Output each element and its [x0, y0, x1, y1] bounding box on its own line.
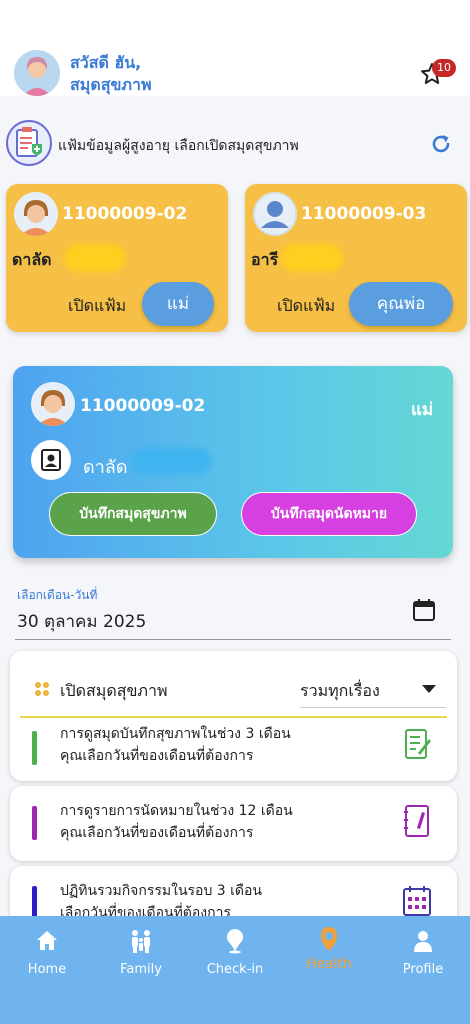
greeting-line2: สมุดสุขภาพ — [70, 75, 152, 94]
list-item[interactable]: การดูสมุดบันทึกสุขภาพในช่วง 3 เดือน คุณเ… — [60, 723, 291, 767]
health-shield-icon — [317, 926, 341, 952]
item-color-bar — [32, 806, 37, 840]
item-subtitle: คุณเลือกวันที่ของเดือนที่ต้องการ — [60, 748, 254, 764]
nav-health[interactable]: Health — [282, 916, 376, 986]
select-underline — [300, 707, 446, 708]
patient-card[interactable]: 11000009-02 ดาลัด เปิดแฟ้ม แม่ — [6, 184, 228, 332]
nav-home[interactable]: Home — [0, 916, 94, 986]
item-color-bar — [32, 886, 37, 920]
nav-profile[interactable]: Profile — [376, 916, 470, 986]
divider — [20, 716, 447, 718]
notebook-pen-icon[interactable] — [402, 727, 432, 761]
item-subtitle: คุณเลือกวันที่ของเดือนที่ต้องการ — [60, 825, 254, 841]
patient-name: อารี — [251, 250, 279, 269]
category-select[interactable]: รวมทุกเรื่อง — [300, 679, 380, 704]
selected-patient-id: 11000009-02 — [80, 396, 206, 416]
health-record-button[interactable]: บันทึกสมุดสุขภาพ — [49, 492, 217, 536]
elderly-woman-avatar — [14, 192, 58, 236]
redacted-surname — [131, 448, 211, 474]
selected-patient-card: 11000009-02 แม่ ดาลัด บันทึกสมุดสุขภาพ บ… — [13, 366, 453, 558]
patient-id: 11000009-03 — [301, 204, 427, 224]
medical-folder-icon — [6, 120, 52, 166]
section-title: แฟ้มข้อมูลผู้สูงอายุ เลือกเปิดสมุดสุขภาพ — [58, 138, 299, 154]
appointment-record-button[interactable]: บันทึกสมุดนัดหมาย — [241, 492, 417, 536]
app-header: สวัสดี ฮัน, สมุดสุขภาพ 10 — [0, 0, 470, 96]
open-file-button-father[interactable]: คุณพ่อ — [349, 282, 453, 326]
open-file-label: เปิดแฟ้ม — [277, 296, 336, 315]
family-icon — [129, 928, 153, 954]
redacted-surname — [281, 244, 343, 272]
greeting: สวัสดี ฮัน, สมุดสุขภาพ — [70, 52, 151, 96]
nav-label: Profile — [402, 962, 444, 977]
item-title: การดูสมุดบันทึกสุขภาพในช่วง 3 เดือน — [60, 726, 291, 742]
date-underline — [15, 639, 451, 640]
elderly-woman-avatar — [31, 382, 75, 426]
bottom-navigation: Home Family Check-in Health Profile — [0, 916, 470, 1024]
list-card[interactable]: การดูรายการนัดหมายในช่วง 12 เดือน คุณเลื… — [10, 786, 457, 861]
calendar-icon[interactable] — [412, 598, 436, 622]
notification-badge: 10 — [432, 59, 456, 77]
user-avatar[interactable] — [14, 50, 60, 96]
apps-dots-icon — [34, 681, 50, 697]
location-icon — [223, 928, 247, 954]
selected-patient-name: ดาลัด — [83, 457, 128, 478]
nav-label: Home — [27, 962, 67, 977]
nav-label: Health — [306, 956, 352, 972]
item-title: การดูรายการนัดหมายในช่วง 12 เดือน — [60, 803, 293, 819]
calendar-grid-icon[interactable] — [402, 884, 432, 918]
open-file-label: เปิดแฟ้ม — [68, 296, 127, 315]
redacted-surname — [64, 244, 126, 272]
dropdown-arrow-icon[interactable] — [422, 685, 436, 693]
greeting-line1: สวัสดี ฮัน, — [70, 53, 142, 72]
nav-check-in[interactable]: Check-in — [188, 916, 282, 986]
nav-label: Check-in — [206, 962, 264, 977]
item-color-bar — [32, 731, 37, 765]
filter-label: เปิดสมุดสุขภาพ — [60, 681, 168, 700]
nav-label: Family — [120, 962, 162, 977]
patient-name: ดาลัด — [12, 250, 52, 269]
open-file-button-mother[interactable]: แม่ — [142, 282, 214, 326]
id-card-icon — [31, 440, 71, 480]
date-picker-label: เลือกเดือน-วันที่ — [17, 588, 98, 602]
list-item[interactable]: การดูรายการนัดหมายในช่วง 12 เดือน คุณเลื… — [60, 800, 293, 844]
nav-family[interactable]: Family — [94, 916, 188, 986]
refresh-icon[interactable] — [430, 133, 452, 155]
filter-card: เปิดสมุดสุขภาพ รวมทุกเรื่อง การดูสมุดบัน… — [10, 651, 457, 781]
patient-card[interactable]: 11000009-03 อารี เปิดแฟ้ม คุณพ่อ — [245, 184, 467, 332]
default-user-avatar — [253, 192, 297, 236]
item-title: ปฏิทินรวมกิจกรรมในรอบ 3 เดือน — [60, 883, 263, 899]
profile-icon — [411, 928, 435, 954]
selected-patient-relation: แม่ — [411, 400, 434, 420]
patient-id: 11000009-02 — [62, 204, 188, 224]
planner-pen-icon[interactable] — [402, 804, 432, 838]
home-icon — [35, 928, 59, 954]
date-picker-value[interactable]: 30 ตุลาคม 2025 — [17, 608, 146, 635]
